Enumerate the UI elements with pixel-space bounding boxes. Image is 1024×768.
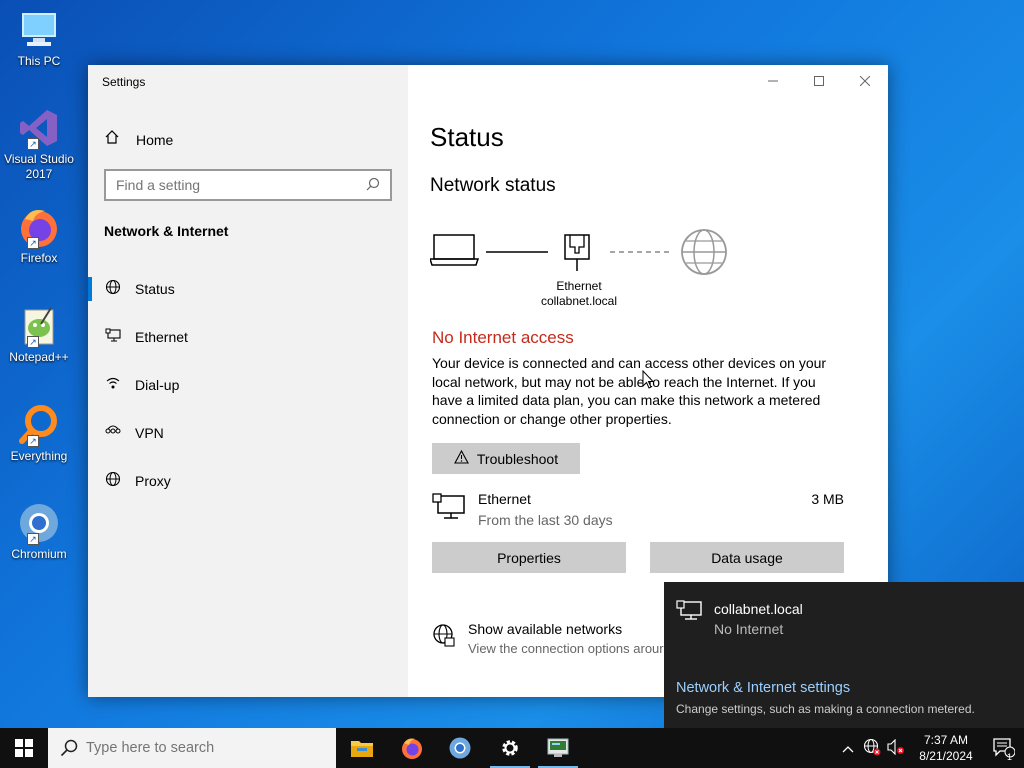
laptop-icon <box>430 234 480 266</box>
settings-gear-icon <box>502 740 518 756</box>
show-networks-subtitle: View the connection options arour <box>468 641 664 656</box>
firefox-icon <box>402 738 422 759</box>
taskbar-file-explorer[interactable] <box>338 728 386 768</box>
taskbar-settings[interactable] <box>486 728 534 768</box>
show-hidden-icons-chevron-icon[interactable] <box>836 741 860 756</box>
status-globe-icon <box>104 279 122 299</box>
adapter-caption: Ethernet collabnet.local <box>532 279 626 309</box>
page-title: Status <box>430 122 504 152</box>
warning-icon <box>453 449 469 468</box>
flyout-network-status: No Internet <box>714 621 784 637</box>
this-pc-icon <box>17 8 61 52</box>
desktop-icon-label: Notepad++ <box>9 350 69 364</box>
clock-date: 8/21/2024 <box>919 749 973 763</box>
search-icon <box>366 177 380 194</box>
volume-muted-icon[interactable] <box>884 738 908 758</box>
start-button[interactable] <box>0 728 48 768</box>
desktop-icon-visual-studio[interactable]: ↗ Visual Studio 2017 <box>4 106 74 182</box>
window-title: Settings <box>102 75 146 89</box>
desktop-icon-notepadpp[interactable]: ↗ Notepad++ <box>4 304 74 365</box>
status-description: Your device is connected and can access … <box>432 355 827 427</box>
sidebar-item-label: Proxy <box>135 473 171 489</box>
troubleshoot-label: Troubleshoot <box>476 450 559 467</box>
adapter-usage-row: Ethernet From the last 30 days 3 MB <box>432 491 844 531</box>
sidebar-item-label: Ethernet <box>135 329 188 345</box>
network-flyout: collabnet.local No Internet Network & In… <box>664 582 1024 728</box>
sidebar-item-ethernet[interactable]: Ethernet <box>88 313 408 361</box>
sidebar-nav: Status Ethernet Dial-up VPN Proxy <box>88 265 408 505</box>
desktop-icon-label: Chromium <box>11 547 67 561</box>
desktop-icon-everything[interactable]: ↗ Everything <box>4 403 74 464</box>
notepadpp-icon: ↗ <box>17 304 61 348</box>
adapter-usage-period: From the last 30 days <box>478 512 613 528</box>
vpn-icon <box>104 423 122 443</box>
sidebar-home[interactable]: Home <box>104 129 173 150</box>
home-icon <box>104 129 122 150</box>
sidebar-item-label: Status <box>135 281 175 297</box>
taskbar-search-box[interactable] <box>48 728 336 768</box>
sidebar-item-proxy[interactable]: Proxy <box>88 457 408 505</box>
desktop-icon-label: Firefox <box>20 251 58 265</box>
desktop-icon-label: This PC <box>17 54 61 68</box>
taskbar-network-app[interactable] <box>534 728 582 768</box>
proxy-globe-icon <box>104 471 122 491</box>
settings-sidebar: Settings Home Network & Internet Status <box>88 65 408 697</box>
home-label: Home <box>136 131 174 148</box>
settings-search-box[interactable] <box>104 169 392 201</box>
action-center-button[interactable]: 1 <box>984 738 1024 762</box>
taskbar-search-input[interactable] <box>86 740 306 756</box>
taskbar-clock[interactable]: 7:37 AM 8/21/2024 <box>908 732 984 764</box>
internet-globe-icon <box>681 229 727 275</box>
network-settings-link[interactable]: Network & Internet settings <box>676 680 850 696</box>
file-explorer-icon <box>351 741 373 757</box>
sidebar-item-label: VPN <box>135 425 164 441</box>
network-no-internet-icon[interactable] <box>860 738 884 759</box>
wired-network-icon <box>676 600 702 627</box>
sidebar-item-vpn[interactable]: VPN <box>88 409 408 457</box>
section-title: Network & Internet <box>104 223 229 239</box>
search-icon <box>60 739 78 757</box>
dialup-icon <box>104 375 122 395</box>
desktop-icon-label: Everything <box>10 449 68 463</box>
ethernet-adapter-icon <box>432 493 466 526</box>
desktop-icon-label: Visual Studio 2017 <box>4 152 74 181</box>
desktop-icon-firefox[interactable]: ↗ Firefox <box>4 205 74 266</box>
network-settings-description: Change settings, such as making a connec… <box>676 702 975 716</box>
adapter-usage-amount: 3 MB <box>811 491 844 507</box>
system-tray: 7:37 AM 8/21/2024 1 <box>836 728 1024 768</box>
desktop-icon-chromium[interactable]: ↗ Chromium <box>4 501 74 562</box>
sidebar-item-status[interactable]: Status <box>88 265 408 313</box>
show-networks-title: Show available networks <box>468 621 623 637</box>
firefox-icon: ↗ <box>17 205 61 249</box>
section-heading: Network status <box>430 175 556 196</box>
taskbar-firefox[interactable] <box>388 728 436 768</box>
troubleshoot-button[interactable]: Troubleshoot <box>432 443 580 474</box>
desktop-icon-this-pc[interactable]: This PC <box>4 8 74 69</box>
adapter-usage-name: Ethernet <box>478 491 531 507</box>
mouse-cursor-icon <box>642 370 654 389</box>
taskbar: 7:37 AM 8/21/2024 1 <box>0 728 1024 768</box>
flyout-network-name[interactable]: collabnet.local <box>714 601 803 617</box>
taskbar-chromium[interactable] <box>436 728 484 768</box>
sidebar-item-label: Dial-up <box>135 377 180 393</box>
adapter-name: Ethernet <box>556 279 602 293</box>
sidebar-item-dialup[interactable]: Dial-up <box>88 361 408 409</box>
windows-logo-icon <box>15 739 33 757</box>
visual-studio-icon: ↗ <box>17 106 61 150</box>
properties-button[interactable]: Properties <box>432 542 626 573</box>
clock-time: 7:37 AM <box>923 733 969 747</box>
show-networks-globe-icon <box>432 623 456 652</box>
everything-icon: ↗ <box>17 403 61 447</box>
ethernet-adapter-icon <box>564 234 590 271</box>
data-usage-button[interactable]: Data usage <box>650 542 844 573</box>
notification-count-badge: 1 <box>1007 752 1013 762</box>
chromium-icon: ↗ <box>17 501 61 545</box>
settings-search-input[interactable] <box>116 177 366 193</box>
ethernet-icon <box>104 327 122 347</box>
network-domain: collabnet.local <box>540 294 618 308</box>
connection-status: No Internet access <box>432 328 574 347</box>
chromium-icon <box>449 737 471 759</box>
network-app-icon <box>547 738 569 757</box>
